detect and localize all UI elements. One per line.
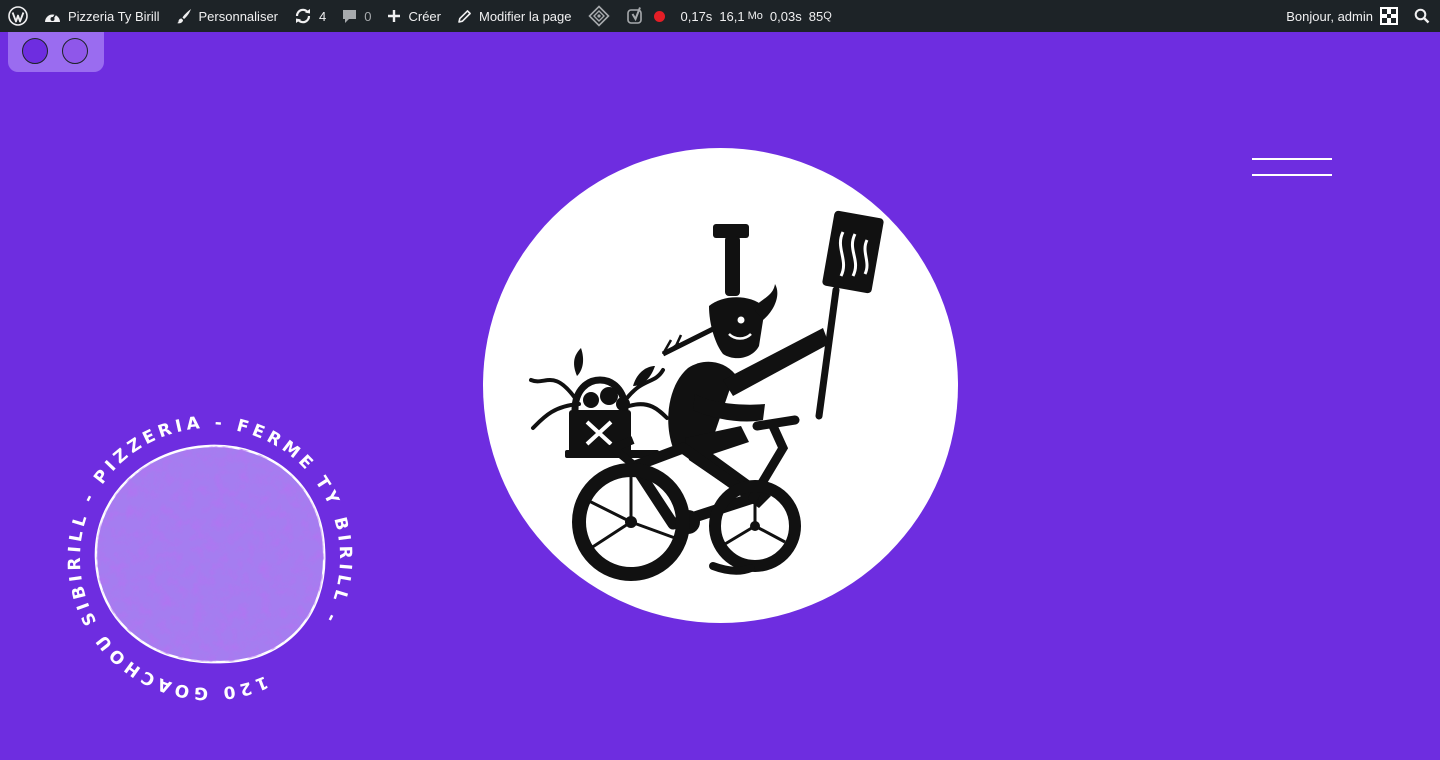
qm-db-time: 0,03s (769, 8, 802, 24)
admin-bar: Pizzeria Ty Birill Personnaliser 4 0 Cré… (0, 0, 1440, 32)
qm-queries-unit: Q (823, 10, 832, 22)
qm-queries: 85 (808, 8, 824, 24)
site-logo[interactable] (483, 148, 958, 623)
updates-link[interactable]: 4 (286, 0, 334, 32)
color-option-light-purple[interactable] (62, 38, 88, 64)
hamburger-icon (1252, 158, 1332, 160)
qm-memory: 16,1 (719, 8, 745, 24)
edit-label: Modifier la page (479, 8, 572, 24)
diamond-icon (587, 5, 610, 27)
comments-link[interactable]: 0 (334, 0, 379, 32)
search-icon (1414, 8, 1430, 24)
query-monitor[interactable]: 0,17s 16,1 Mo 0,03s 85 Q (673, 0, 847, 32)
new-label: Créer (408, 8, 441, 24)
dashboard-icon (45, 13, 60, 22)
customize-label: Personnaliser (198, 8, 279, 24)
updates-count: 4 (319, 8, 327, 24)
comments-count: 0 (364, 8, 372, 24)
yoast-icon (626, 7, 642, 24)
refresh-icon (295, 8, 311, 24)
site-name-menu[interactable]: Pizzeria Ty Birill (36, 0, 168, 32)
customize-link[interactable]: Personnaliser (168, 0, 287, 32)
address-badge: 120 GOACHOU SIBIRILL - PIZZERIA - FERME … (17, 365, 403, 751)
comment-icon (343, 9, 357, 23)
color-switch-panel (8, 32, 104, 72)
yoast-menu[interactable] (618, 0, 673, 32)
record-dot-icon (653, 10, 665, 22)
qm-memory-unit: Mo (747, 10, 763, 22)
wordpress-menu[interactable] (0, 0, 36, 32)
site-name: Pizzeria Ty Birill (68, 8, 160, 24)
my-account-menu[interactable]: Bonjour, admin (1278, 0, 1406, 32)
plus-icon (388, 10, 401, 22)
brush-icon (176, 9, 191, 24)
new-content-menu[interactable]: Créer (379, 0, 449, 32)
edit-page-link[interactable]: Modifier la page (449, 0, 580, 32)
chef-on-bicycle-illustration (529, 210, 884, 581)
search-button[interactable] (1406, 0, 1440, 32)
avatar (1380, 7, 1398, 25)
diamond-menu[interactable] (580, 0, 618, 32)
greeting: Bonjour, admin (1286, 8, 1373, 24)
menu-toggle-button[interactable] (1252, 152, 1332, 182)
color-option-purple[interactable] (22, 38, 48, 64)
wordpress-icon (8, 6, 28, 26)
pencil-icon (458, 9, 471, 23)
qm-time: 0,17s (680, 8, 713, 24)
